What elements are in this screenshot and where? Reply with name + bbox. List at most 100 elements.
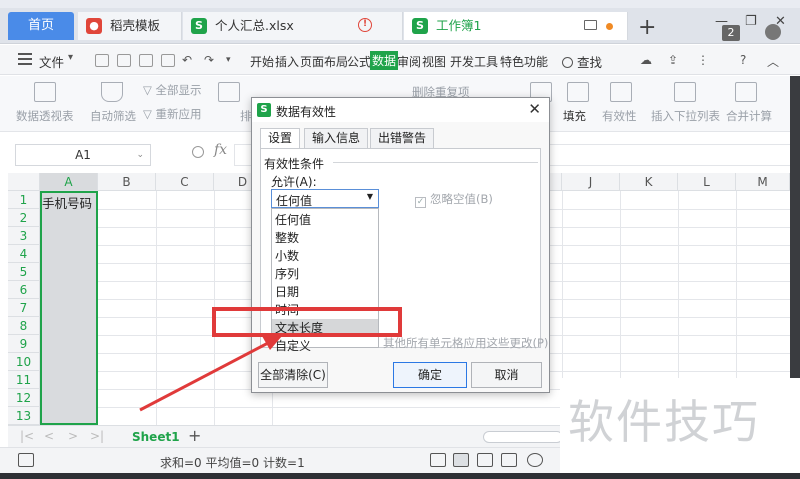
tab-input-message[interactable]: 输入信息 [304,128,369,148]
tab-template[interactable]: ● 稻壳模板 [78,12,182,40]
collapse-ribbon-icon[interactable]: ︿ [767,53,779,70]
option-date[interactable]: 日期 [272,283,378,301]
show-all-button[interactable]: ▽ 全部显示 [143,82,202,98]
select-all-corner[interactable] [8,173,40,191]
next-sheet-icon[interactable]: > [68,429,78,443]
search-menu[interactable]: 查找 [562,52,602,71]
cell-a1[interactable]: 手机号码 [42,193,92,212]
row-header-8[interactable]: 8 [8,317,40,335]
reading-view-icon[interactable] [501,453,517,467]
option-sequence[interactable]: 序列 [272,265,378,283]
chevron-down-icon[interactable]: ⌄ [136,145,144,165]
reapply-button[interactable]: ▽ 重新应用 [143,106,202,122]
row-header-11[interactable]: 11 [8,371,40,389]
menu-data[interactable]: 数据 [370,51,399,70]
sheet-tab-sheet1[interactable]: Sheet1 [126,428,186,446]
export-icon[interactable] [117,54,131,67]
hamburger-icon[interactable] [18,53,32,65]
undo-icon[interactable]: ↶ [182,53,192,67]
chevron-down-icon[interactable]: ▼ [367,192,373,201]
option-any-value[interactable]: 任何值 [272,211,378,229]
row-header-9[interactable]: 9 [8,335,40,353]
menu-view[interactable]: 视图 [422,53,446,70]
autofilter-button[interactable]: 自动筛选 [90,108,136,124]
pivot-table-button[interactable]: 数据透视表 [16,108,74,124]
maximize-icon[interactable]: ❐ [745,14,757,29]
help-icon[interactable]: ? [740,53,746,67]
normal-view-icon[interactable] [453,453,469,467]
page-break-view-icon[interactable] [477,453,493,467]
menu-features[interactable]: 特色功能 [500,53,548,70]
tab-settings[interactable]: 设置 [260,128,301,149]
option-decimal[interactable]: 小数 [272,247,378,265]
save-icon[interactable] [95,54,109,67]
sheet-status-icon[interactable] [18,453,34,467]
share-icon[interactable]: ⇪ [668,53,678,67]
first-sheet-icon[interactable]: |< [20,429,34,443]
menu-start[interactable]: 开始 [250,53,274,70]
redo-icon[interactable]: ↷ [204,53,214,67]
row-header-6[interactable]: 6 [8,281,40,299]
minimize-icon[interactable]: — [715,14,728,29]
more-icon[interactable]: ⋮ [697,53,709,67]
column-header-b[interactable]: B [98,173,156,191]
prev-sheet-icon[interactable]: < [44,429,54,443]
tab-home[interactable]: 首页 [8,12,74,40]
close-icon[interactable]: ✕ [528,100,541,118]
print-icon[interactable] [139,54,153,67]
menu-review[interactable]: 审阅 [397,53,421,70]
horizontal-scrollbar[interactable] [483,431,563,443]
row-header-2[interactable]: 2 [8,209,40,227]
menu-page-layout[interactable]: 页面布局 [300,53,348,70]
name-box[interactable]: A1 ⌄ [15,144,151,166]
print-preview-icon[interactable] [161,54,175,67]
eye-protection-icon[interactable] [527,453,543,467]
menu-developer[interactable]: 开发工具 [450,53,498,70]
selected-column-a[interactable] [40,191,98,425]
column-header-c[interactable]: C [156,173,214,191]
zoom-formula-icon[interactable] [192,146,204,158]
tab-error-alert[interactable]: 出错警告 [370,128,435,148]
row-header-4[interactable]: 4 [8,245,40,263]
column-header-l[interactable]: L [678,173,736,191]
close-icon[interactable]: ✕ [775,14,786,29]
row-header-13[interactable]: 13 [8,407,40,425]
new-tab-plus-icon[interactable]: + [638,17,656,39]
column-header-m[interactable]: M [736,173,790,191]
row-header-12[interactable]: 12 [8,389,40,407]
cancel-button[interactable]: 取消 [471,362,542,388]
clear-all-button[interactable]: 全部清除(C) [258,362,328,388]
column-header-a[interactable]: A [40,173,98,191]
tab-workbook1[interactable]: S 工作簿1 [404,12,628,40]
insert-dropdown-button[interactable]: 插入下拉列表 [651,108,720,124]
option-integer[interactable]: 整数 [272,229,378,247]
last-sheet-icon[interactable]: >| [90,429,104,443]
monitor-icon[interactable] [584,20,597,30]
row-header-10[interactable]: 10 [8,353,40,371]
ok-button[interactable]: 确定 [393,362,467,388]
fullscreen-icon[interactable] [430,453,446,467]
option-custom[interactable]: 自定义 [272,337,378,353]
menu-insert[interactable]: 插入 [275,53,299,70]
tab-file-summary[interactable]: S 个人汇总.xlsx ! [183,12,403,40]
apply-to-others-checkbox-label[interactable]: 其他所有单元格应用这些更改(P) [383,335,548,351]
dialog-title-bar[interactable]: S 数据有效性 ✕ [252,98,549,122]
row-header-7[interactable]: 7 [8,299,40,317]
row-header-1[interactable]: 1 [8,191,40,209]
validity-button[interactable]: 有效性 [602,108,637,124]
quick-access-chevron-icon[interactable]: ▾ [226,55,231,65]
add-sheet-plus-icon[interactable]: + [188,426,201,445]
ignore-blank-checkbox[interactable]: ✓ 忽略空值(B) [415,191,493,208]
chevron-down-icon[interactable]: ▾ [68,52,73,63]
fill-button[interactable]: 填充 [563,108,586,124]
column-header-k[interactable]: K [620,173,678,191]
fx-icon[interactable]: fx [214,142,227,158]
column-header-j[interactable]: J [562,173,620,191]
allow-select[interactable]: 任何值 ▼ [271,189,379,208]
row-header-5[interactable]: 5 [8,263,40,281]
row-header-3[interactable]: 3 [8,227,40,245]
menu-formula[interactable]: 公式 [347,53,371,70]
file-menu[interactable]: 文件 [39,52,64,71]
cloud-icon[interactable]: ☁ [640,53,652,67]
merge-calc-button[interactable]: 合并计算 [726,108,772,124]
